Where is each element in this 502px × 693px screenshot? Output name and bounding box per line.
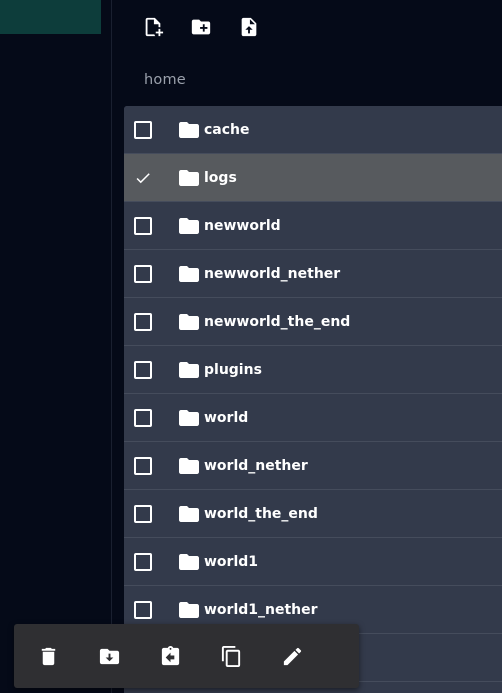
row-checkbox[interactable] [134,169,152,187]
main-panel: home cache logs newworld newworld_nethernew… [113,0,502,693]
row-checkbox[interactable] [134,120,152,139]
row-checkbox[interactable] [134,264,152,283]
file-name[interactable]: world1 [204,554,258,570]
folder-icon [178,553,200,571]
rename-button[interactable] [280,644,305,669]
folder-icon [178,457,200,475]
sidebar-active-item[interactable] [0,0,101,34]
row-checkbox[interactable] [134,408,152,427]
file-row[interactable]: world_nether [124,442,502,490]
delete-icon [41,647,56,665]
file-row[interactable]: logs [124,154,502,202]
rename-icon [283,647,302,665]
folder-icon [178,409,200,427]
file-name[interactable]: plugins [204,362,262,378]
folder-icon [178,361,200,379]
file-row[interactable]: newworld [124,202,502,250]
folder-icon [178,313,200,331]
file-name[interactable]: newworld [204,218,281,234]
file-name[interactable]: logs [204,170,237,186]
folder-icon [178,505,200,523]
copy-button[interactable] [219,644,244,669]
checkmark-icon [136,172,150,183]
file-name[interactable]: newworld_the_end [204,314,350,330]
row-checkbox[interactable] [134,312,152,331]
new-file-icon [145,17,163,37]
row-checkbox[interactable] [134,600,152,619]
move-icon [99,648,120,664]
row-checkbox[interactable] [134,504,152,523]
new-folder-button[interactable] [188,14,213,40]
file-manager: home cache logs newworld newworld_nethernew… [0,0,502,693]
upload-file-button[interactable] [236,14,261,40]
row-checkbox[interactable] [134,216,152,235]
file-row[interactable]: world [124,394,502,442]
copy-icon [221,645,241,667]
file-row[interactable]: cache [124,106,502,154]
action-bar [14,624,359,688]
file-list: cache logs newworld newworld_nether newworld… [124,106,502,693]
file-name[interactable]: world_the_end [204,506,318,522]
file-name[interactable]: world [204,410,248,426]
new-file-button[interactable] [140,14,165,40]
folder-icon [178,121,200,139]
new-folder-icon [191,19,210,35]
file-row[interactable]: world1 [124,538,502,586]
file-name[interactable]: newworld_nether [204,266,340,282]
row-checkbox[interactable] [134,360,152,379]
folder-icon [178,217,200,235]
upload-file-icon [241,17,256,37]
file-row[interactable]: newworld_nether [124,250,502,298]
paste-icon [161,645,180,665]
row-checkbox[interactable] [134,456,152,475]
folder-icon [178,601,200,619]
file-row[interactable]: world_the_end [124,490,502,538]
file-name[interactable]: cache [204,122,250,138]
file-row[interactable]: newworld_the_end [124,298,502,346]
toolbar [140,14,261,40]
breadcrumb[interactable]: home [144,72,186,88]
file-row[interactable]: plugins [124,346,502,394]
move-button[interactable] [97,644,122,669]
file-name[interactable]: world_nether [204,458,308,474]
paste-button[interactable] [158,644,183,669]
file-name[interactable]: world1_nether [204,602,318,618]
sidebar [0,0,112,693]
folder-icon [178,169,200,187]
delete-button[interactable] [36,644,61,669]
folder-icon [178,265,200,283]
row-checkbox[interactable] [134,552,152,571]
